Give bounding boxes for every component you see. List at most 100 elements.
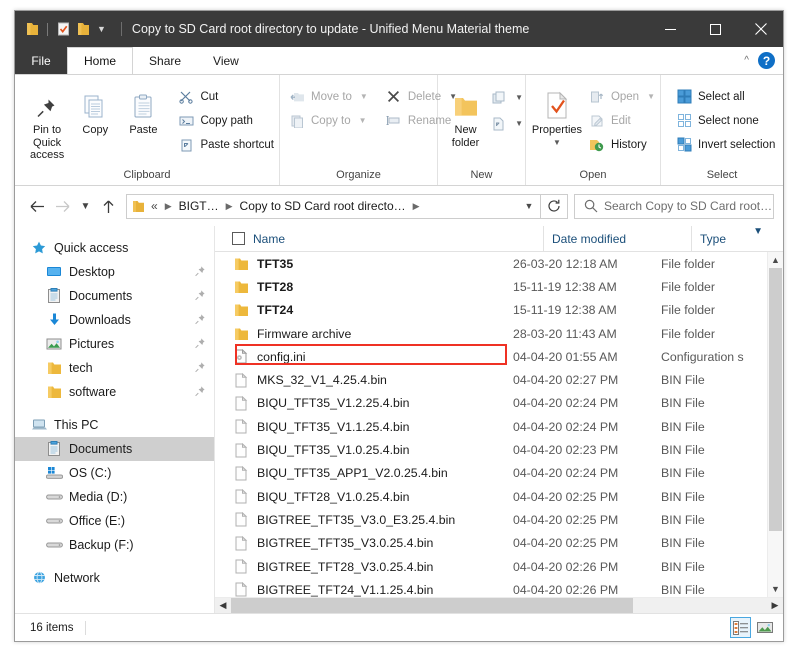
large-icons-view-icon[interactable] <box>754 617 775 638</box>
vertical-scrollbar[interactable]: ▲ ▼ <box>767 252 783 597</box>
table-row[interactable]: MKS_32_V1_4.25.4.bin 04-04-20 02:27 PM B… <box>215 368 783 391</box>
tab-view[interactable]: View <box>197 47 255 74</box>
tab-home[interactable]: Home <box>67 47 134 74</box>
scroll-down-arrow-icon[interactable]: ▼ <box>768 581 783 597</box>
pin-icon[interactable] <box>194 385 206 400</box>
properties-button[interactable]: Properties ▼ <box>530 81 584 147</box>
sidebar-item-documents[interactable]: Documents <box>15 284 214 308</box>
folder-icon[interactable] <box>23 20 41 38</box>
breadcrumb-separator-icon[interactable]: ▶ <box>409 201 424 212</box>
close-button[interactable] <box>738 11 783 47</box>
help-icon[interactable]: ? <box>758 52 775 69</box>
move-to-button[interactable]: Move to ▼ <box>284 86 373 107</box>
horizontal-scroll-thumb[interactable] <box>231 598 633 613</box>
back-arrow-icon[interactable] <box>24 193 50 219</box>
table-row[interactable]: BIGTREE_TFT28_V3.0.25.4.bin 04-04-20 02:… <box>215 555 783 578</box>
horizontal-scrollbar[interactable]: ◀ ▶ <box>215 597 783 613</box>
new-folder-button[interactable]: New folder <box>442 81 489 149</box>
search-input[interactable]: Search Copy to SD Card root… <box>604 199 772 213</box>
sidebar-item-backup-f[interactable]: Backup (F:) <box>15 533 214 557</box>
new-folder-icon[interactable] <box>74 20 92 38</box>
history-button[interactable]: History <box>584 134 660 155</box>
table-row[interactable]: BIQU_TFT35_APP1_V2.0.25.4.bin 04-04-20 0… <box>215 462 783 485</box>
sidebar-item-pictures[interactable]: Pictures <box>15 332 214 356</box>
collapse-ribbon-icon[interactable]: ^ <box>744 55 749 66</box>
pin-icon[interactable] <box>194 313 206 328</box>
customize-qat-chevron-icon[interactable]: ▼ <box>94 24 111 34</box>
table-row[interactable]: BIQU_TFT28_V1.0.25.4.bin 04-04-20 02:25 … <box>215 485 783 508</box>
scroll-up-arrow-icon[interactable]: ▲ <box>768 252 783 268</box>
copy-to-dropdown-icon[interactable]: ▼ <box>359 116 367 125</box>
invert-selection-button[interactable]: Invert selection <box>671 134 780 155</box>
properties-dropdown-icon[interactable]: ▼ <box>553 138 561 147</box>
table-row[interactable]: BIGTREE_TFT35_V3.0.25.4.bin 04-04-20 02:… <box>215 532 783 555</box>
sidebar-item-os-c[interactable]: OS (C:) <box>15 461 214 485</box>
sidebar-item-office-e[interactable]: Office (E:) <box>15 509 214 533</box>
column-header-date-modified[interactable]: Date modified <box>543 226 691 251</box>
breadcrumb-overflow[interactable]: « <box>149 199 160 213</box>
table-row[interactable]: Firmware archive 28-03-20 11:43 AM File … <box>215 322 783 345</box>
address-box[interactable]: « ▶ BIGT… ▶ Copy to SD Card root directo… <box>126 193 541 219</box>
edit-button[interactable]: Edit <box>584 110 660 131</box>
sidebar-item-downloads[interactable]: Downloads <box>15 308 214 332</box>
cut-button[interactable]: Cut <box>173 86 279 107</box>
search-box[interactable]: Search Copy to SD Card root… <box>574 193 774 219</box>
vertical-scroll-thumb[interactable] <box>769 268 782 531</box>
minimize-button[interactable] <box>648 11 693 47</box>
copy-button[interactable]: Copy <box>71 81 119 137</box>
pin-icon[interactable] <box>194 289 206 304</box>
new-item-button[interactable]: ▼ <box>489 87 525 108</box>
paste-shortcut-button[interactable]: Paste shortcut <box>173 134 279 155</box>
sidebar-item-documents-thispc[interactable]: Documents <box>15 437 214 461</box>
copy-to-button[interactable]: Copy to ▼ <box>284 110 373 131</box>
breadcrumb-item-0[interactable]: BIGT… <box>177 199 221 213</box>
column-header-type[interactable]: Type <box>691 226 783 251</box>
properties-icon[interactable] <box>54 20 72 38</box>
pin-icon[interactable] <box>194 337 206 352</box>
tab-file[interactable]: File <box>15 47 67 74</box>
table-row[interactable]: BIGTREE_TFT24_V1.1.25.4.bin 04-04-20 02:… <box>215 578 783 597</box>
horizontal-scroll-track[interactable] <box>231 598 767 613</box>
table-row[interactable]: BIQU_TFT35_V1.1.25.4.bin 04-04-20 02:24 … <box>215 415 783 438</box>
select-all-checkbox[interactable] <box>232 232 245 245</box>
sidebar-item-quick-access[interactable]: Quick access <box>15 236 214 260</box>
sidebar-item-software[interactable]: software <box>15 380 214 404</box>
new-item-dropdown-icon[interactable]: ▼ <box>515 93 523 102</box>
vertical-scroll-track[interactable] <box>768 268 783 581</box>
column-header-name[interactable]: Name <box>253 226 543 251</box>
select-all-button[interactable]: Select all <box>671 86 780 107</box>
pin-icon[interactable] <box>194 265 206 280</box>
move-to-dropdown-icon[interactable]: ▼ <box>360 92 368 101</box>
scroll-left-arrow-icon[interactable]: ◀ <box>215 598 231 613</box>
sidebar-item-this-pc[interactable]: This PC <box>15 413 214 437</box>
maximize-button[interactable] <box>693 11 738 47</box>
pin-icon[interactable] <box>194 361 206 376</box>
table-row[interactable]: TFT28 15-11-19 12:38 AM File folder <box>215 275 783 298</box>
refresh-icon[interactable] <box>541 193 568 219</box>
tab-share[interactable]: Share <box>133 47 197 74</box>
breadcrumb-separator-icon[interactable]: ▶ <box>161 201 176 212</box>
open-button[interactable]: Open ▼ <box>584 86 660 107</box>
recent-locations-chevron-icon[interactable]: ▼ <box>76 193 95 219</box>
select-none-button[interactable]: Select none <box>671 110 780 131</box>
sidebar-item-desktop[interactable]: Desktop <box>15 260 214 284</box>
sidebar-item-media-d[interactable]: Media (D:) <box>15 485 214 509</box>
breadcrumb-separator-icon[interactable]: ▶ <box>222 201 237 212</box>
table-row[interactable]: TFT24 15-11-19 12:38 AM File folder <box>215 299 783 322</box>
breadcrumb-item-1[interactable]: Copy to SD Card root directo… <box>238 199 408 213</box>
copy-path-button[interactable]: Copy path <box>173 110 279 131</box>
table-row[interactable]: BIQU_TFT35_V1.0.25.4.bin 04-04-20 02:23 … <box>215 438 783 461</box>
up-arrow-icon[interactable] <box>95 193 121 219</box>
pin-to-quick-access-button[interactable]: Pin to Quick access <box>23 81 71 162</box>
paste-button[interactable]: Paste <box>119 81 167 137</box>
table-row[interactable]: BIGTREE_TFT35_V3.0_E3.25.4.bin 04-04-20 … <box>215 508 783 531</box>
easy-access-dropdown-icon[interactable]: ▼ <box>515 119 523 128</box>
forward-arrow-icon[interactable] <box>50 193 76 219</box>
open-dropdown-icon[interactable]: ▼ <box>647 92 655 101</box>
easy-access-button[interactable]: ▼ <box>489 113 525 134</box>
sidebar-item-tech[interactable]: tech <box>15 356 214 380</box>
sidebar-item-network[interactable]: Network <box>15 566 214 590</box>
details-view-icon[interactable] <box>730 617 751 638</box>
scroll-right-arrow-icon[interactable]: ▶ <box>767 598 783 613</box>
address-dropdown-icon[interactable]: ▼ <box>518 201 540 211</box>
